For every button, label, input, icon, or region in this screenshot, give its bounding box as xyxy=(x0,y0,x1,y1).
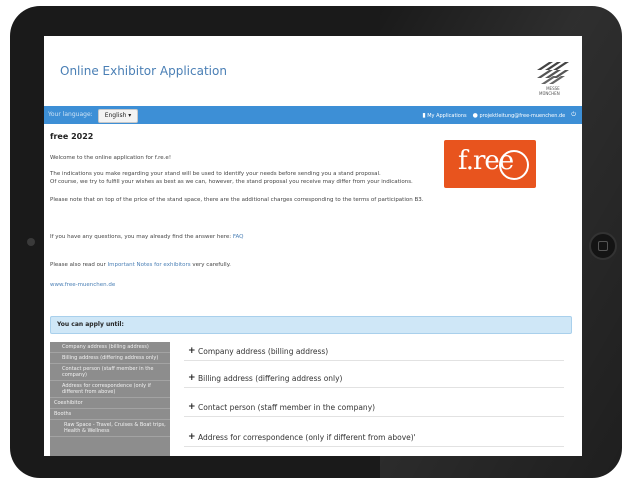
sidebar-item-contact-person[interactable]: Contact person (staff member in the comp… xyxy=(50,364,170,381)
page-title: free 2022 xyxy=(50,132,94,141)
language-dropdown[interactable]: English ▾ xyxy=(98,109,138,123)
camera-icon xyxy=(27,238,35,246)
notes-suffix: very carefully. xyxy=(190,262,231,268)
logo-text: MESSE MÜNCHEN xyxy=(539,86,560,96)
welcome-text: Welcome to the online application for f.… xyxy=(50,155,172,161)
sidebar-item-booths[interactable]: Booths xyxy=(50,409,170,420)
section-label: Billing address (differing address only) xyxy=(198,374,343,383)
user-link[interactable]: ● projektleitung@free-muenchen.de xyxy=(473,112,566,119)
plus-icon: + xyxy=(188,373,196,383)
section-company-address[interactable]: + Company address (billing address) xyxy=(184,342,564,361)
logout-icon[interactable]: ⏻ xyxy=(571,111,576,119)
header: Online Exhibitor Application MESSE MÜNCH… xyxy=(44,36,582,107)
indications-text-2: Of course, we try to fulfill your wishes… xyxy=(50,179,413,185)
section-contact-person[interactable]: + Contact person (staff member in the co… xyxy=(184,398,564,417)
note-text: Please note that on top of the price of … xyxy=(50,197,424,203)
faq-link[interactable]: FAQ xyxy=(233,234,244,240)
important-notes-link[interactable]: Important Notes for exhibitors xyxy=(107,262,190,268)
plus-icon: + xyxy=(188,402,196,412)
sidebar-item-billing-address[interactable]: Billing address (differing address only) xyxy=(50,353,170,364)
sidebar-item-company-address[interactable]: Company address (billing address) xyxy=(50,342,170,353)
user-icon: ● xyxy=(472,111,478,119)
section-label: Address for correspondence (only if diff… xyxy=(198,433,416,442)
user-email: projektleitung@free-muenchen.de xyxy=(479,112,566,119)
sidebar-item-raw-space[interactable]: Raw Space - Travel, Cruises & Boat trips… xyxy=(50,420,170,437)
website-link[interactable]: www.free-muenchen.de xyxy=(50,282,115,288)
user-nav: ▮ My Applications ● projektleitung@free-… xyxy=(422,111,576,119)
section-correspondence-address[interactable]: + Address for correspondence (only if di… xyxy=(184,428,564,447)
notes-paragraph: Please also read our Important Notes for… xyxy=(50,261,450,269)
faq-paragraph: If you have any questions, you may alrea… xyxy=(50,233,450,241)
indications-text-1: The indications you make regarding your … xyxy=(50,171,381,177)
app-title: Online Exhibitor Application xyxy=(60,64,227,78)
section-billing-address[interactable]: + Billing address (differing address onl… xyxy=(184,369,564,388)
toolbar: Your language: English ▾ ▮ My Applicatio… xyxy=(44,106,582,124)
my-applications-link[interactable]: ▮ My Applications xyxy=(422,112,466,119)
faq-text: If you have any questions, you may alrea… xyxy=(50,234,233,240)
plus-icon: + xyxy=(188,432,196,442)
free-logo-text: f.ree xyxy=(458,146,514,176)
website-paragraph: www.free-muenchen.de xyxy=(50,281,450,289)
home-button[interactable] xyxy=(589,232,617,260)
document-icon: ▮ xyxy=(422,111,426,119)
plus-icon: + xyxy=(188,346,196,356)
apply-until-label: You can apply until: xyxy=(57,321,124,328)
sidebar-item-coexhibitor[interactable]: Coexhibitor xyxy=(50,398,170,409)
apply-until-banner: You can apply until: xyxy=(50,316,572,334)
language-label: Your language: xyxy=(48,111,93,118)
free-fair-logo: f.ree xyxy=(444,140,536,188)
sidebar-item-correspondence-address[interactable]: Address for correspondence (only if diff… xyxy=(50,381,170,398)
home-square-icon xyxy=(598,241,608,251)
my-applications-label: My Applications xyxy=(427,112,467,119)
section-label: Contact person (staff member in the comp… xyxy=(198,403,376,412)
sidebar: Company address (billing address) Billin… xyxy=(50,342,170,456)
notes-prefix: Please also read our xyxy=(50,262,108,268)
section-label: Company address (billing address) xyxy=(198,347,329,356)
screen: Online Exhibitor Application MESSE MÜNCH… xyxy=(44,36,582,456)
